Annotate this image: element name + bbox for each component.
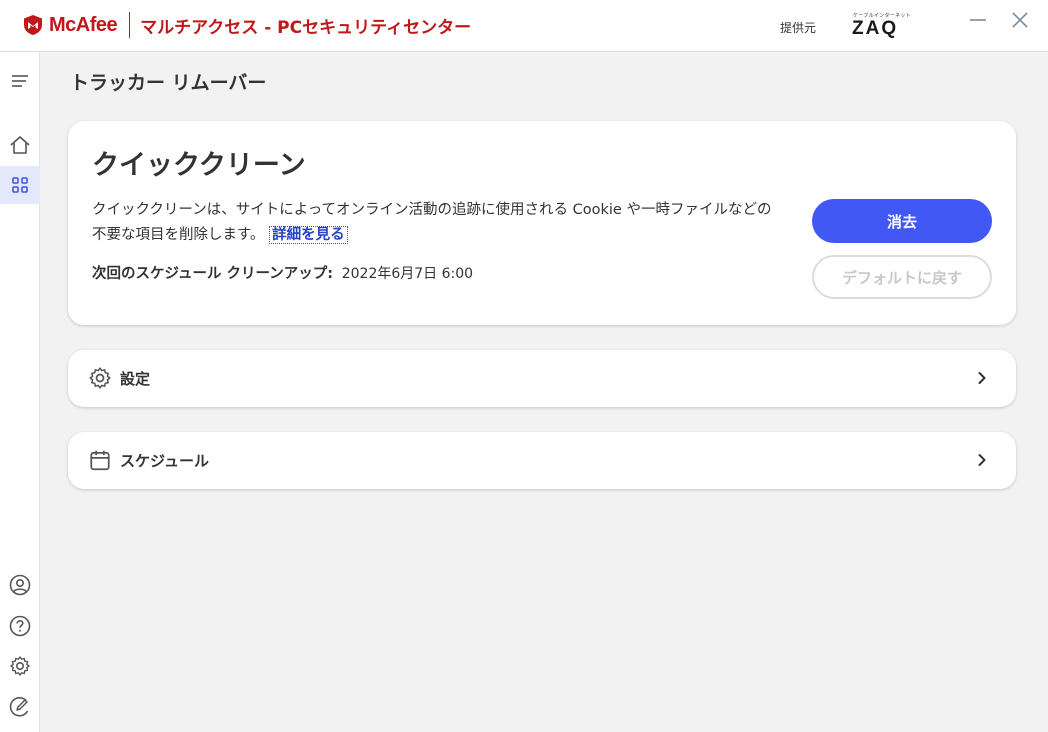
menu-icon [12,75,28,87]
sidebar [0,52,40,732]
gear-icon [89,367,111,389]
product-title: マルチアクセス - PCセキュリティセンター [140,17,472,38]
quick-clean-description-text: クイッククリーンは、サイトによってオンライン活動の追跡に使用される Cookie… [92,202,772,243]
brand-divider [129,12,131,38]
account-icon [9,574,31,596]
mcafee-logo-icon [24,15,42,35]
title-bar: McAfee マルチアクセス - PCセキュリティセンター 提供元 ケーブルイン… [0,0,1048,52]
learn-more-link[interactable]: 詳細を見る [269,226,348,244]
menu-button[interactable] [0,62,40,100]
sidebar-item-feedback[interactable] [0,688,40,726]
sidebar-item-settings[interactable] [0,647,40,685]
clean-button[interactable]: 消去 [812,199,992,243]
sidebar-item-help[interactable] [0,607,40,645]
help-icon [9,615,31,637]
next-schedule-label: 次回のスケジュール クリーンアップ: [92,266,334,282]
chevron-right-icon [978,454,986,466]
brand: McAfee マルチアクセス - PCセキュリティセンター [22,12,471,38]
brand-name: McAfee [49,13,118,36]
schedule-row-label: スケジュール [120,452,209,470]
restore-default-button[interactable]: デフォルトに戻す [812,255,992,299]
feedback-icon [9,696,29,717]
chevron-right-icon [978,372,986,384]
next-schedule-value: 2022年6月7日 6:00 [341,266,474,282]
quick-clean-description: クイッククリーンは、サイトによってオンライン活動の追跡に使用される Cookie… [92,198,772,248]
page-title: トラッカー リムーバー [70,72,267,94]
settings-row[interactable]: 設定 [68,350,1016,407]
provider-label: 提供元 [780,21,817,35]
sidebar-item-account[interactable] [0,566,40,604]
sidebar-item-home[interactable] [0,126,40,164]
provider-logo-word: ZAQ [852,18,899,39]
home-icon [10,136,30,154]
calendar-icon [90,450,110,471]
quick-clean-card: クイッククリーン クイッククリーンは、サイトによってオンライン活動の追跡に使用さ… [68,121,1016,325]
next-schedule: 次回のスケジュール クリーンアップ: 2022年6月7日 6:00 [92,262,473,283]
settings-row-label: 設定 [120,370,151,388]
minimize-icon[interactable] [966,8,990,32]
quick-clean-title: クイッククリーン [92,150,306,181]
provider-logo: ケーブルインターネット ZAQ [852,12,912,42]
schedule-row[interactable]: スケジュール [68,432,1016,489]
sidebar-item-apps[interactable] [0,166,40,204]
apps-grid-icon [12,177,28,193]
settings-icon [10,656,30,676]
close-icon[interactable] [1008,8,1032,32]
